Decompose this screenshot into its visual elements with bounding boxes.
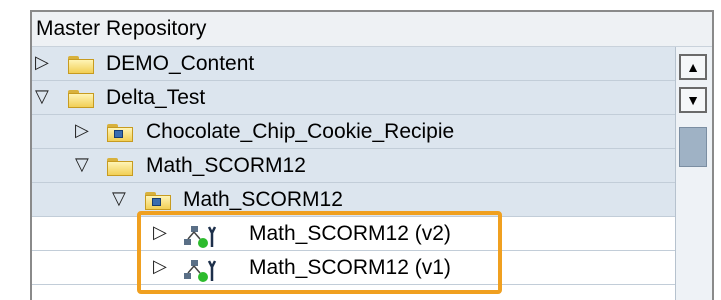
folder-icon [68, 56, 94, 74]
tree-item-label: Math_SCORM12 (v1) [249, 256, 451, 279]
collapse-icon[interactable]: ▽ [35, 85, 51, 107]
vertical-scrollbar[interactable]: ▲ ▼ [675, 47, 712, 300]
folder-icon [68, 90, 94, 108]
tree-item-label: Math_SCORM12 [146, 154, 306, 177]
scroll-down-button[interactable]: ▼ [679, 87, 707, 113]
collapse-icon[interactable]: ▽ [112, 187, 128, 209]
expand-icon[interactable]: ▷ [153, 255, 169, 277]
repository-tree: ▷ DEMO_Content ▽ Delta_Test ▷ Chocolate_… [32, 47, 676, 300]
collapse-icon[interactable]: ▽ [75, 153, 91, 175]
content-folder-icon [145, 192, 171, 210]
tree-item-label: Chocolate_Chip_Cookie_Recipie [146, 120, 455, 143]
panel-title: Master Repository [32, 12, 712, 47]
tree-item-demo-content[interactable]: ▷ DEMO_Content [32, 47, 676, 81]
tree-item-delta-test[interactable]: ▽ Delta_Test [32, 81, 676, 115]
scroll-up-button[interactable]: ▲ [679, 54, 707, 80]
course-version-icon [184, 226, 217, 248]
expand-icon[interactable]: ▷ [75, 119, 91, 141]
tree-item-label: DEMO_Content [106, 52, 255, 75]
tree-item-label: Math_SCORM12 [183, 188, 343, 211]
tree-item-math-scorm12-v1[interactable]: ▷ Math_SCORM12 (v1) [32, 251, 676, 285]
tree-item-math-scorm12-v2[interactable]: ▷ Math_SCORM12 (v2) [32, 217, 676, 251]
tree-item-label: Delta_Test [106, 86, 206, 109]
tree-item-label: Math_SCORM12 (v2) [249, 222, 451, 245]
tree-item-math-scorm12-content[interactable]: ▽ Math_SCORM12 [32, 183, 676, 217]
scrollbar-thumb[interactable] [679, 127, 707, 167]
content-folder-icon [107, 124, 133, 142]
tree-item-chocolate-chip[interactable]: ▷ Chocolate_Chip_Cookie_Recipie [32, 115, 676, 149]
folder-icon [107, 158, 133, 176]
tree-item-math-scorm12[interactable]: ▽ Math_SCORM12 [32, 149, 676, 183]
expand-icon[interactable]: ▷ [153, 221, 169, 243]
course-version-icon [184, 260, 217, 282]
expand-icon[interactable]: ▷ [35, 51, 51, 73]
repository-panel: Master Repository ▷ DEMO_Content ▽ Delta… [30, 10, 714, 300]
